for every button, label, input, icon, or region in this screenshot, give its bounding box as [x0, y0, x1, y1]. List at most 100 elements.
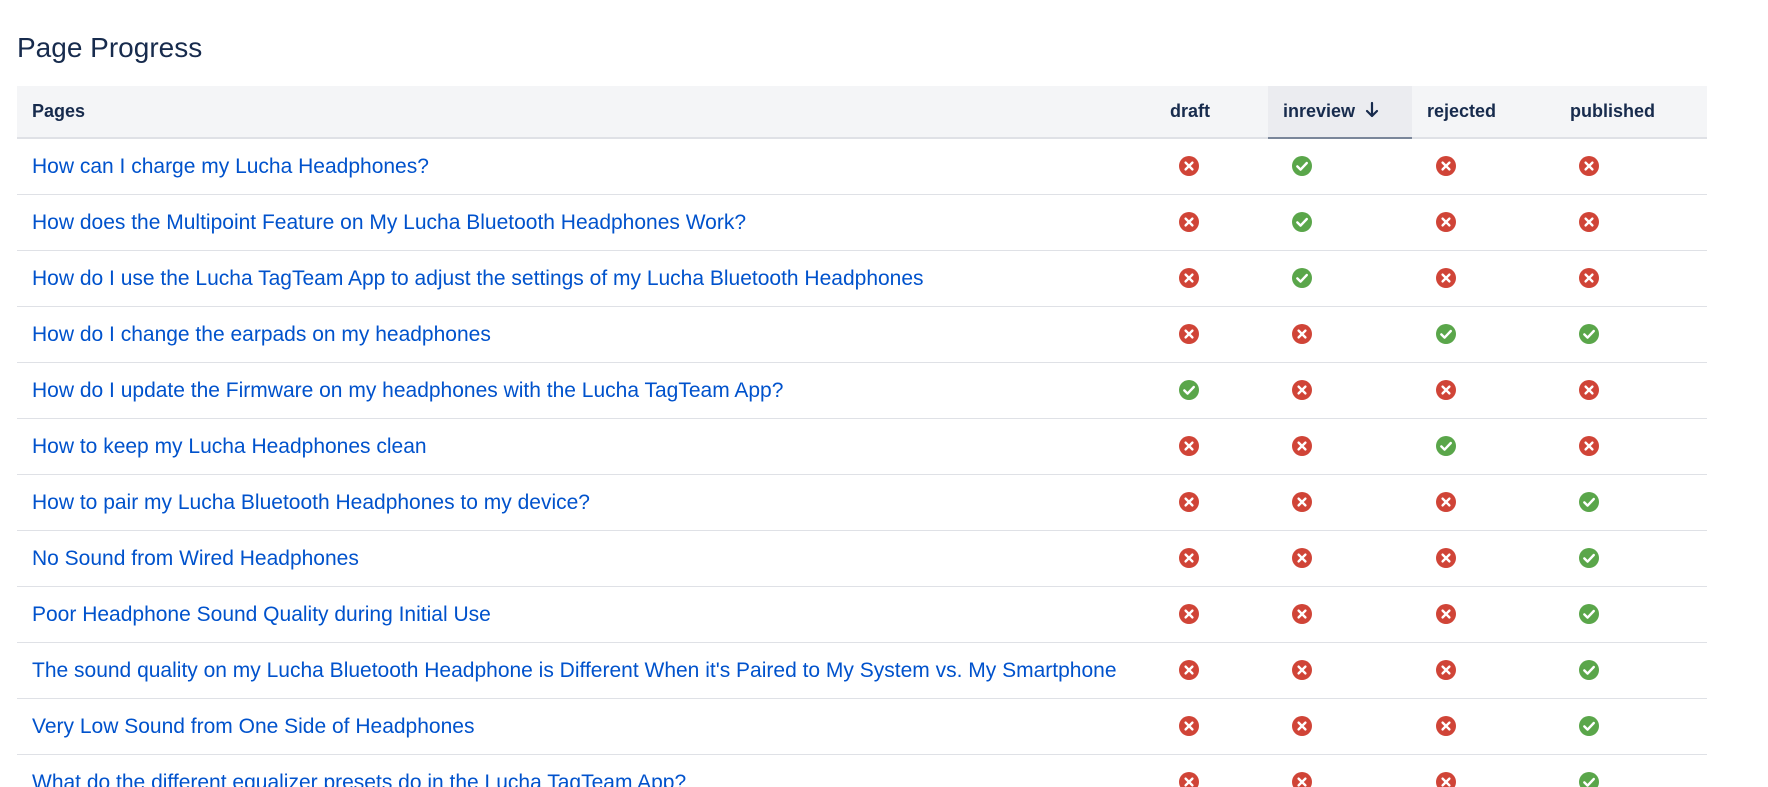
page-cell: No Sound from Wired Headphones — [17, 530, 1155, 587]
page-cell: How to keep my Lucha Headphones clean — [17, 418, 1155, 475]
status-cell-inreview — [1268, 754, 1412, 787]
cross-circle-icon — [1436, 492, 1456, 512]
table-row: What do the different equalizer presets … — [17, 754, 1707, 787]
cross-circle-icon — [1292, 716, 1312, 736]
cross-circle-icon — [1436, 380, 1456, 400]
cross-circle-icon — [1179, 772, 1199, 787]
check-circle-icon — [1292, 268, 1312, 288]
cross-circle-icon — [1292, 660, 1312, 680]
page-link[interactable]: How to keep my Lucha Headphones clean — [32, 435, 427, 458]
status-cell-inreview — [1268, 362, 1412, 419]
status-cell-rejected — [1412, 474, 1555, 531]
status-cell-published — [1555, 362, 1707, 419]
status-cell-rejected — [1412, 194, 1555, 251]
status-cell-rejected — [1412, 754, 1555, 787]
arrow-down-icon — [1365, 101, 1379, 118]
page-link[interactable]: The sound quality on my Lucha Bluetooth … — [32, 659, 1117, 682]
page-link[interactable]: What do the different equalizer presets … — [32, 771, 686, 787]
check-circle-icon — [1436, 436, 1456, 456]
cross-circle-icon — [1292, 436, 1312, 456]
table-row: How does the Multipoint Feature on My Lu… — [17, 194, 1707, 251]
cross-circle-icon — [1436, 716, 1456, 736]
check-circle-icon — [1179, 380, 1199, 400]
page-link[interactable]: How does the Multipoint Feature on My Lu… — [32, 211, 746, 234]
cross-circle-icon — [1292, 492, 1312, 512]
cross-circle-icon — [1179, 492, 1199, 512]
cross-circle-icon — [1179, 436, 1199, 456]
status-cell-published — [1555, 138, 1707, 195]
cross-circle-icon — [1179, 548, 1199, 568]
page-link[interactable]: No Sound from Wired Headphones — [32, 547, 359, 570]
cross-circle-icon — [1179, 660, 1199, 680]
status-cell-rejected — [1412, 698, 1555, 755]
status-cell-published — [1555, 754, 1707, 787]
cross-circle-icon — [1579, 268, 1599, 288]
cross-circle-icon — [1436, 660, 1456, 680]
status-cell-draft — [1155, 698, 1268, 755]
table-row: Poor Headphone Sound Quality during Init… — [17, 586, 1707, 643]
page-cell: Poor Headphone Sound Quality during Init… — [17, 586, 1155, 643]
cross-circle-icon — [1179, 268, 1199, 288]
status-cell-draft — [1155, 474, 1268, 531]
check-circle-icon — [1579, 548, 1599, 568]
check-circle-icon — [1292, 156, 1312, 176]
status-cell-draft — [1155, 306, 1268, 363]
page-cell: The sound quality on my Lucha Bluetooth … — [17, 642, 1155, 699]
status-cell-published — [1555, 250, 1707, 307]
page-link[interactable]: Very Low Sound from One Side of Headphon… — [32, 715, 474, 738]
page-link[interactable]: How do I change the earpads on my headph… — [32, 323, 491, 346]
table-row: How do I update the Firmware on my headp… — [17, 362, 1707, 419]
page-link[interactable]: How do I update the Firmware on my headp… — [32, 379, 783, 402]
column-header-rejected[interactable]: rejected — [1412, 86, 1555, 139]
status-cell-draft — [1155, 530, 1268, 587]
status-cell-published — [1555, 586, 1707, 643]
status-cell-published — [1555, 418, 1707, 475]
column-header-draft[interactable]: draft — [1155, 86, 1268, 139]
cross-circle-icon — [1579, 212, 1599, 232]
column-header-label: published — [1570, 101, 1655, 121]
column-header-inreview[interactable]: inreview — [1268, 86, 1412, 139]
column-header-published[interactable]: published — [1555, 86, 1707, 139]
status-cell-rejected — [1412, 418, 1555, 475]
status-cell-draft — [1155, 194, 1268, 251]
cross-circle-icon — [1292, 380, 1312, 400]
status-cell-published — [1555, 530, 1707, 587]
table-row: How to pair my Lucha Bluetooth Headphone… — [17, 474, 1707, 531]
status-cell-draft — [1155, 754, 1268, 787]
status-cell-rejected — [1412, 362, 1555, 419]
page-title: Page Progress — [17, 32, 203, 63]
table-row: Very Low Sound from One Side of Headphon… — [17, 698, 1707, 755]
table-row: How to keep my Lucha Headphones clean — [17, 418, 1707, 475]
check-circle-icon — [1579, 660, 1599, 680]
table-row: How do I change the earpads on my headph… — [17, 306, 1707, 363]
table-row: The sound quality on my Lucha Bluetooth … — [17, 642, 1707, 699]
table-row: No Sound from Wired Headphones — [17, 530, 1707, 587]
page-cell: How can I charge my Lucha Headphones? — [17, 138, 1155, 195]
cross-circle-icon — [1436, 212, 1456, 232]
status-cell-draft — [1155, 138, 1268, 195]
cross-circle-icon — [1436, 156, 1456, 176]
cross-circle-icon — [1579, 436, 1599, 456]
status-cell-rejected — [1412, 586, 1555, 643]
status-cell-inreview — [1268, 194, 1412, 251]
status-cell-inreview — [1268, 642, 1412, 699]
column-header-label: Pages — [32, 101, 86, 121]
column-header-label: inreview — [1283, 101, 1356, 121]
status-cell-draft — [1155, 418, 1268, 475]
status-cell-inreview — [1268, 530, 1412, 587]
page-link[interactable]: How can I charge my Lucha Headphones? — [32, 155, 429, 178]
cross-circle-icon — [1436, 772, 1456, 787]
status-cell-draft — [1155, 250, 1268, 307]
table-header-row: Pages draft inreview rejected published — [17, 86, 1707, 139]
cross-circle-icon — [1292, 548, 1312, 568]
page-link[interactable]: How to pair my Lucha Bluetooth Headphone… — [32, 491, 590, 514]
column-header-pages[interactable]: Pages — [17, 86, 1155, 139]
cross-circle-icon — [1292, 772, 1312, 787]
page-link[interactable]: How do I use the Lucha TagTeam App to ad… — [32, 267, 924, 290]
table-body: How can I charge my Lucha Headphones? How… — [17, 138, 1707, 787]
page-link[interactable]: Poor Headphone Sound Quality during Init… — [32, 603, 491, 626]
check-circle-icon — [1579, 492, 1599, 512]
status-cell-published — [1555, 698, 1707, 755]
status-cell-inreview — [1268, 306, 1412, 363]
cross-circle-icon — [1179, 212, 1199, 232]
